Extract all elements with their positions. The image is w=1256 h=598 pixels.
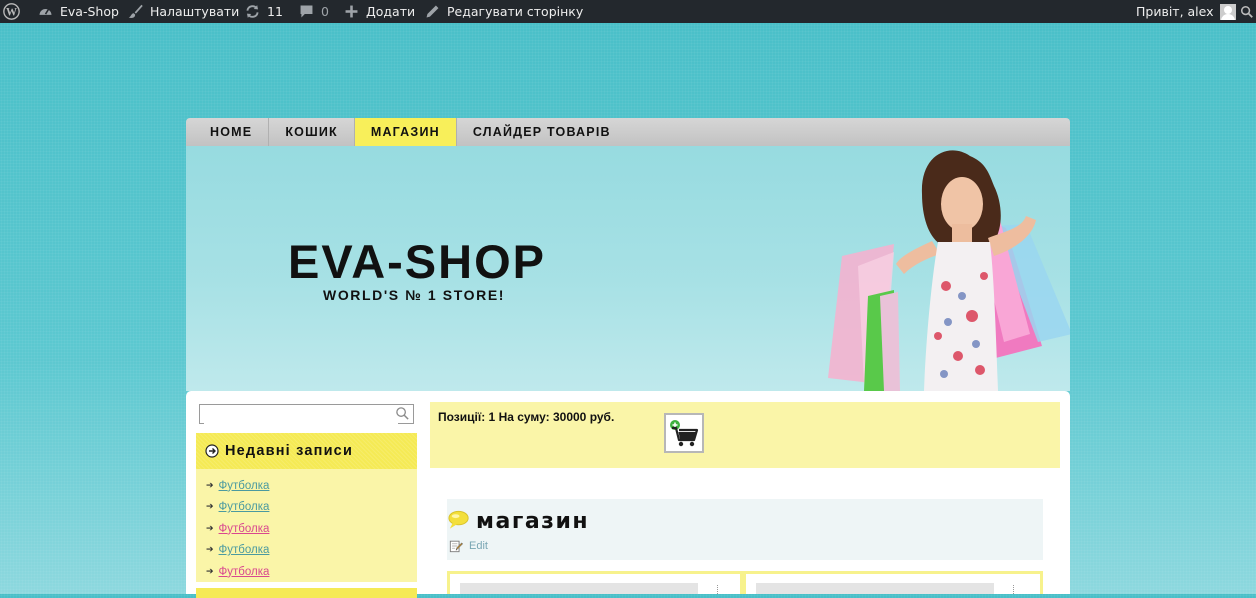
add-new-label: Додати (366, 4, 416, 19)
arrow-right-icon: ➔ (206, 502, 214, 513)
recent-post-link[interactable]: Футболка (219, 544, 270, 556)
svg-text:W: W (6, 6, 17, 18)
arrow-right-icon: ➔ (206, 523, 214, 534)
recent-posts-title: Недавні записи (225, 443, 354, 459)
pencil-icon (426, 5, 439, 18)
search-icon[interactable] (395, 406, 410, 421)
nav-item-home[interactable]: HOME (186, 118, 270, 146)
edit-icon (449, 540, 463, 553)
recent-posts-widget: Недавні записи ➔ Футболка ➔ Футболка ➔ Футб… (196, 433, 417, 582)
arrow-circle-icon (205, 444, 219, 458)
updates-icon (246, 5, 259, 18)
customize-link[interactable]: Налаштувати (127, 0, 239, 23)
speech-bubble-icon (448, 510, 469, 529)
page-title-box: магазин Edit (447, 499, 1043, 560)
recent-post-link[interactable]: Футболка (219, 501, 270, 513)
wordpress-icon: W (3, 3, 20, 20)
divider (717, 585, 720, 594)
nav-item-product-slider[interactable]: СЛАЙДЕР ТОВАРІВ (457, 118, 627, 146)
page-title: магазин (476, 509, 590, 534)
search-icon (1240, 5, 1253, 18)
arrow-right-icon: ➔ (206, 480, 214, 491)
list-item: ➔ Футболка (196, 497, 417, 519)
cart-summary-text: Позиції: 1 На суму: 30000 руб. (438, 410, 615, 424)
site-name-menu[interactable]: Eva-Shop (37, 0, 119, 23)
sidebar-search (199, 404, 414, 426)
recent-post-link[interactable]: Футболка (219, 523, 270, 535)
recent-posts-list: ➔ Футболка ➔ Футболка ➔ Футболка ➔ Футболка … (196, 469, 417, 583)
admin-search-button[interactable] (1240, 0, 1254, 23)
content-area: Недавні записи ➔ Футболка ➔ Футболка ➔ Футб… (186, 391, 1070, 598)
edit-link[interactable]: Edit (449, 539, 488, 553)
product-image-placeholder (460, 583, 698, 594)
updates-count: 11 (267, 4, 283, 19)
arrow-right-icon: ➔ (206, 545, 214, 556)
cart-button[interactable] (664, 413, 704, 453)
site-title[interactable]: EVA-SHOP (288, 234, 546, 289)
divider (1013, 585, 1016, 594)
nav-item-shop[interactable]: МАГАЗИН (354, 118, 457, 146)
edit-page-label: Редагувати сторінку (447, 4, 584, 19)
brush-icon (128, 4, 143, 18)
product-image-placeholder (756, 583, 994, 594)
admin-bar: W Eva-Shop Налаштувати 11 0 Додати Редаг… (0, 0, 1256, 23)
next-widget-header (196, 588, 417, 598)
dashboard-icon (39, 8, 52, 15)
comments-link[interactable]: 0 (298, 0, 329, 23)
recent-post-link[interactable]: Футболка (219, 480, 270, 492)
product-grid (447, 571, 1043, 594)
plus-icon (345, 5, 358, 18)
customize-label: Налаштувати (150, 4, 240, 19)
arrow-right-icon: ➔ (206, 566, 214, 577)
account-menu[interactable]: Привіт, alex (1136, 0, 1236, 23)
recent-post-link[interactable]: Футболка (219, 566, 270, 578)
greeting-label: Привіт, alex (1136, 4, 1214, 19)
nav-item-cart[interactable]: КОШИК (269, 118, 355, 146)
add-new-menu[interactable]: Додати (343, 0, 415, 23)
edit-label: Edit (469, 540, 488, 552)
cart-summary-bar: Позиції: 1 На суму: 30000 руб. (430, 402, 1060, 468)
site-name-label: Eva-Shop (60, 4, 119, 19)
updates-link[interactable]: 11 (244, 0, 283, 23)
list-item: ➔ Футболка (196, 475, 417, 497)
site-tagline: WORLD'S № 1 STORE! (323, 287, 506, 303)
shopping-cart-icon (670, 420, 699, 447)
hero-shopping-woman-image (828, 150, 1070, 391)
comments-count: 0 (321, 4, 329, 19)
site-header: EVA-SHOP WORLD'S № 1 STORE! (186, 146, 1070, 391)
edit-page-link[interactable]: Редагувати сторінку (424, 0, 583, 23)
avatar (1219, 3, 1236, 20)
main-navigation: HOME КОШИК МАГАЗИН СЛАЙДЕР ТОВАРІВ (186, 118, 1070, 146)
wordpress-logo-button[interactable]: W (3, 0, 20, 23)
list-item: ➔ Футболка (196, 561, 417, 583)
comment-icon (300, 5, 313, 18)
recent-posts-header: Недавні записи (196, 433, 417, 469)
list-item: ➔ Футболка (196, 540, 417, 562)
list-item: ➔ Футболка (196, 518, 417, 540)
search-input[interactable] (204, 407, 398, 426)
